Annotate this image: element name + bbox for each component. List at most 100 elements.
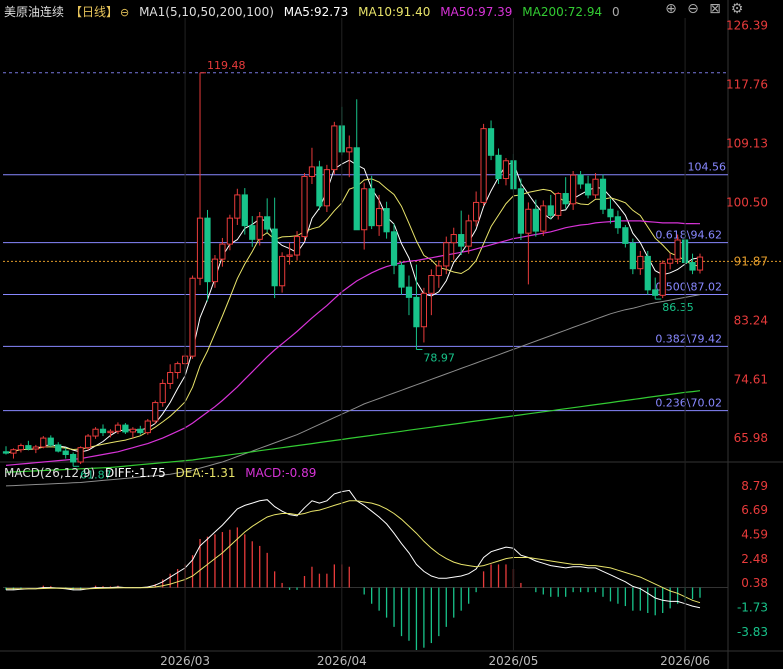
extra-value: 0 (611, 5, 620, 19)
candle-body (592, 178, 599, 196)
candle-body (159, 382, 166, 404)
candle-body (517, 188, 525, 234)
candle-body (502, 160, 510, 180)
candle-body (129, 428, 136, 433)
candle-body (271, 228, 278, 287)
candle-body (644, 255, 651, 291)
candle-body (398, 264, 405, 288)
period-label[interactable]: 【日线】 (70, 5, 118, 19)
ma100-line (5, 294, 701, 487)
macd-tick-label: 4.59 (741, 527, 768, 541)
candle-body (443, 242, 450, 267)
candle-body (137, 428, 144, 434)
candle-body (562, 193, 569, 205)
candle-body (540, 205, 547, 232)
candle-body (428, 275, 435, 294)
candle-body (629, 242, 636, 270)
price-tick-label: 83.24 (734, 313, 768, 327)
add-icon[interactable]: ⊕ (662, 0, 680, 18)
fib-label: 0.236\70.02 (655, 397, 722, 410)
candle-body (84, 435, 92, 449)
candle-body (570, 174, 577, 205)
candle-body (92, 428, 99, 437)
candle-body (144, 420, 151, 434)
candle-body (376, 208, 383, 227)
candle-body (152, 402, 159, 422)
price-tick-label: 126.39 (726, 19, 768, 33)
date-tick-label: 2026/05 (489, 654, 539, 668)
candle-body (107, 430, 114, 434)
close-icon[interactable]: ⊠ (706, 0, 724, 18)
candle-body (189, 277, 196, 357)
candle-body (637, 255, 644, 270)
price-tick-label: 109.13 (726, 136, 768, 150)
candle-body (607, 208, 614, 218)
candle-body (249, 225, 256, 240)
candle-body (70, 453, 77, 463)
macd-header: MACD(26,12,9) DIFF:-1.75 DEA:-1.31 MACD:… (4, 466, 322, 480)
candle-body (361, 188, 368, 231)
candle-body (420, 292, 428, 328)
candle-body (622, 227, 629, 244)
candle-body (196, 217, 204, 279)
candle-body (167, 372, 174, 384)
date-tick-label: 2026/03 (160, 654, 210, 668)
candle-body (547, 205, 554, 216)
candle-body (487, 128, 495, 156)
annotation-label: 119.48 (207, 59, 246, 72)
candle-body (40, 437, 47, 448)
candle-body (435, 265, 442, 277)
zoom-icon[interactable]: ⊖ (684, 0, 702, 18)
candle-body (614, 216, 622, 229)
candle-body (674, 239, 681, 260)
candle-body (241, 194, 248, 227)
macd-tick-label: 0.38 (741, 576, 768, 590)
gear-icon[interactable]: ⚙ (728, 0, 746, 18)
candle-body (383, 208, 390, 233)
candle-body (584, 183, 592, 196)
ma5-value: MA5:92.73 (283, 5, 349, 19)
fib-label: 0.382\79.42 (655, 332, 722, 345)
candle-body (480, 128, 487, 203)
candles (2, 72, 704, 467)
candle-body (405, 286, 413, 298)
candle-body (577, 174, 584, 185)
lock-icon[interactable]: ⊖ (120, 6, 129, 19)
candle-body (390, 231, 398, 266)
instrument-name: 美原油连续 (4, 5, 65, 19)
macd-tick-label: 6.69 (741, 503, 768, 517)
candle-body (226, 217, 233, 245)
macd-tick-label: 8.79 (741, 479, 768, 493)
candle-body (473, 201, 480, 222)
candle-body (659, 262, 666, 296)
ma10-line (5, 178, 701, 454)
candle-body (525, 208, 532, 234)
chart-root: 104.560.618\94.620.500\87.020.382\79.420… (0, 0, 783, 669)
candle-body (450, 234, 457, 244)
date-axis: 2026/03 2026/04 2026/05 2026/06 (160, 18, 710, 668)
candle-body (256, 216, 263, 240)
price-tick-label: 117.76 (726, 78, 768, 92)
candle-body (346, 147, 353, 153)
candle-body (211, 258, 219, 283)
annotation-label: 86.35 (662, 301, 694, 314)
candle-body (465, 220, 472, 247)
candle-body (32, 446, 39, 450)
candle-body (99, 428, 107, 434)
candle-body (174, 363, 181, 374)
macd-tick-label: 2.48 (741, 552, 768, 566)
fib-label: 0.618\94.62 (655, 229, 722, 242)
candle-body (62, 450, 69, 455)
ma50-line (5, 220, 701, 466)
candle-body (696, 256, 704, 271)
date-tick-label: 2026/04 (317, 654, 367, 668)
candle-body (122, 424, 129, 433)
candle-body (17, 445, 25, 451)
candle-body (368, 188, 375, 227)
annotations: 119.4878.9761.8786.35 (73, 59, 694, 481)
chart-header: 美原油连续 【日线】 ⊖ MA1(5,10,50,200,100) MA5:92.7… (4, 3, 626, 20)
candle-body (652, 289, 659, 296)
candle-body (353, 147, 360, 231)
candle-body (204, 217, 211, 283)
candle-body (114, 424, 122, 432)
